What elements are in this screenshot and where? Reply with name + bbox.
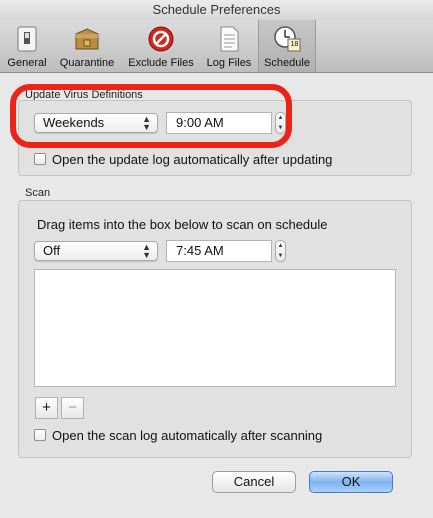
cancel-button[interactable]: Cancel [212,471,296,493]
update-open-log-checkbox[interactable] [34,153,46,165]
scan-time-field[interactable]: 7:45 AM [166,240,272,262]
clock-calendar-icon: 18 [273,25,301,53]
remove-item-button[interactable]: − [61,397,84,419]
ok-button[interactable]: OK [309,471,393,493]
switch-icon [13,25,41,53]
update-time-stepper[interactable]: ▲ ▼ [275,112,286,134]
calendar-day: 18 [290,41,299,48]
window-title: Schedule Preferences [0,0,433,20]
tab-log-files[interactable]: Log Files [202,20,256,72]
preferences-toolbar: General Quarantine Exclude Files Log Fil… [0,20,433,73]
stepper-down-icon[interactable]: ▼ [276,251,285,261]
scan-items-dropbox[interactable] [34,269,396,387]
tab-quarantine[interactable]: Quarantine [52,20,122,72]
stepper-down-icon[interactable]: ▼ [276,123,285,133]
tab-exclude-files[interactable]: Exclude Files [124,20,198,72]
update-open-log-label: Open the update log automatically after … [52,152,333,167]
update-frequency-popup[interactable]: Weekends ▲ ▼ [34,113,158,133]
scan-section-label: Scan [25,187,51,199]
update-time-field[interactable]: 9:00 AM [166,112,272,134]
add-item-button[interactable]: + [35,397,58,419]
stepper-up-icon[interactable]: ▲ [276,113,285,123]
scan-open-log-checkbox[interactable] [34,429,46,441]
stepper-up-icon[interactable]: ▲ [276,241,285,251]
tab-general[interactable]: General [4,20,50,72]
document-icon [215,25,243,53]
box-icon [73,25,101,53]
no-entry-icon [147,25,175,53]
scan-instructions: Drag items into the box below to scan on… [37,217,328,232]
scan-open-log-label: Open the scan log automatically after sc… [52,428,323,443]
scan-frequency-popup[interactable]: Off ▲ ▼ [34,241,158,261]
scan-frequency-value: Off [43,243,61,258]
scan-time-stepper[interactable]: ▲ ▼ [275,240,286,262]
popup-arrows-icon: ▲ ▼ [142,114,151,132]
popup-arrows-icon: ▲ ▼ [142,242,151,260]
update-frequency-value: Weekends [43,115,105,130]
tab-schedule[interactable]: 18 Schedule [258,20,316,72]
